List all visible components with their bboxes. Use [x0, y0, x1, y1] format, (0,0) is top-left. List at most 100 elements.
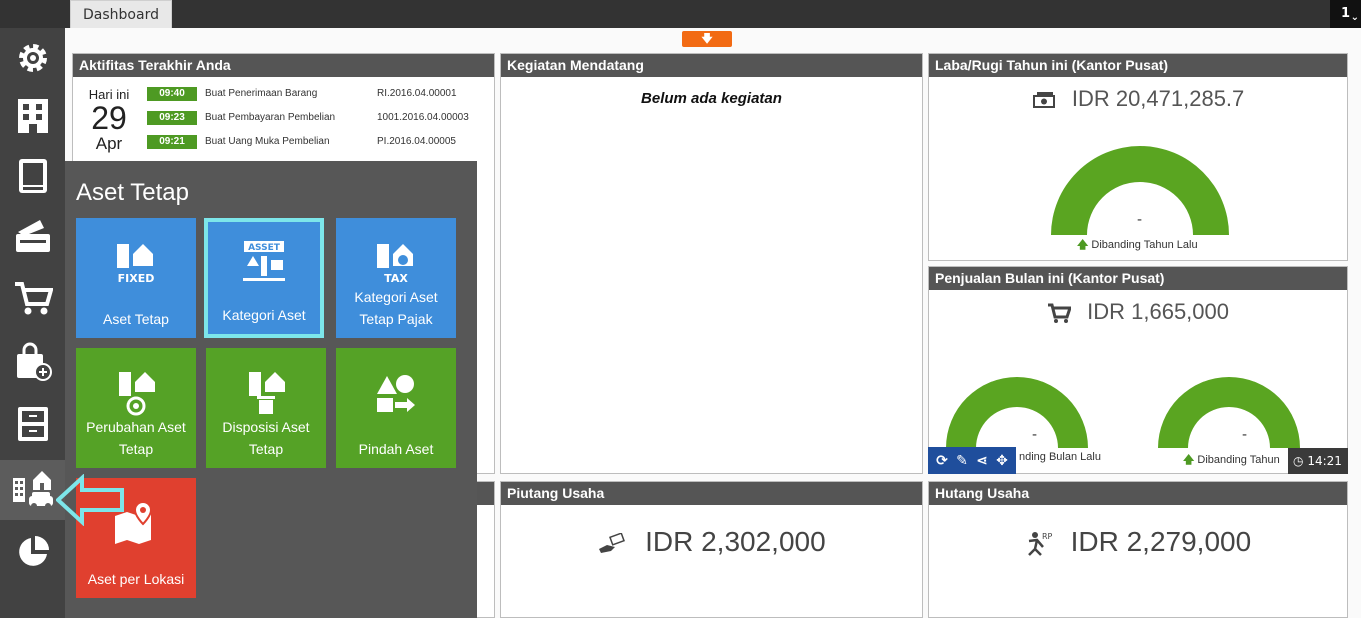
building-icon	[17, 99, 48, 133]
sidebar-item-inventory[interactable]	[0, 394, 65, 454]
share-icon[interactable]: ⋖	[976, 453, 988, 469]
clock-icon: ◷	[1293, 454, 1304, 468]
panel-toolbar: ⟳ ✎ ⋖ ✥	[928, 447, 1016, 474]
empty-events-text: Belum ada kegiatan	[641, 90, 782, 107]
sidebar-item-sales[interactable]	[0, 268, 65, 328]
asset-change-icon	[76, 370, 196, 416]
activity-desc: Buat Pembayaran Pembelian	[205, 112, 336, 123]
tile-pindah-aset[interactable]: Pindah Aset	[336, 348, 456, 468]
sales-compare-year: 🡅 Dibanding Tahun	[1183, 451, 1280, 470]
activity-time: 09:21	[147, 135, 197, 149]
pointer-arrow-icon	[56, 474, 124, 526]
date-day: 29	[91, 100, 127, 136]
compare-label: Dibanding Tahun	[1197, 454, 1280, 466]
sidebar-item-ledger[interactable]	[0, 146, 65, 206]
asset-dispose-icon	[206, 370, 326, 416]
cart-icon	[14, 282, 53, 315]
refresh-icon[interactable]: ⟳	[936, 453, 948, 469]
asset-move-icon	[336, 370, 456, 416]
edit-icon[interactable]: ✎	[956, 453, 968, 469]
activity-desc: Buat Penerimaan Barang	[205, 88, 318, 99]
bag-add-icon	[16, 342, 52, 381]
arrow-up-icon: 🡅	[1183, 454, 1195, 466]
tile-disposisi-aset[interactable]: Disposisi Aset Tetap	[206, 348, 326, 468]
time-value: 14:21	[1307, 454, 1342, 468]
cabinet-icon	[17, 407, 48, 441]
tile-aset-tetap[interactable]: FIXED Aset Tetap	[76, 218, 196, 338]
activity-time: 09:40	[147, 87, 197, 101]
activity-ref: PI.2016.04.00005	[377, 136, 456, 147]
tile-kategori-aset-pajak[interactable]: TAX Kategori Aset Tetap Pajak	[336, 218, 456, 338]
panel-title: Penjualan Bulan ini (Kantor Pusat)	[929, 267, 1347, 290]
fixed-asset-icon: FIXED	[76, 240, 196, 284]
sidebar-item-settings[interactable]	[0, 28, 65, 88]
sales-gauge-year	[1158, 377, 1300, 448]
tile-label: Kategori Aset Tetap Pajak	[354, 289, 438, 327]
profit-amount-row: IDR 20,471,285.7	[929, 86, 1347, 112]
upcoming-events-panel: Kegiatan Mendatang Belum ada kegiatan	[500, 53, 923, 474]
gauge-value: -	[1137, 212, 1143, 228]
tile-label: Kategori Aset	[222, 307, 306, 323]
receivables-amount: IDR 2,302,000	[645, 526, 826, 557]
running-person-icon: RP	[1027, 531, 1053, 556]
receivables-panel: Piutang Usaha IDR 2,302,000	[500, 481, 923, 618]
tile-perubahan-aset[interactable]: Perubahan Aset Tetap	[76, 348, 196, 468]
window-number: 1	[1340, 6, 1351, 21]
svg-text:ASSET: ASSET	[248, 243, 281, 253]
time-badge: ◷ 14:21	[1288, 448, 1348, 474]
tab-dashboard[interactable]: Dashboard	[70, 0, 172, 28]
fixed-assets-menu: Aset Tetap FIXED Aset Tetap ASSET Katego…	[65, 161, 477, 618]
asset-category-icon: ASSET	[208, 240, 320, 286]
tile-label: Aset Tetap	[103, 311, 169, 327]
panel-title: Laba/Rugi Tahun ini (Kantor Pusat)	[929, 54, 1347, 77]
top-bar: Dashboard 1 ⌄	[0, 0, 1361, 28]
panel-title: Hutang Usaha	[929, 482, 1347, 505]
money-icon	[1032, 92, 1055, 109]
tax-asset-icon: TAX	[336, 240, 456, 284]
sales-compare-month: nding Bulan Lalu	[1019, 451, 1101, 463]
assets-icon	[12, 471, 53, 509]
hand-money-icon	[599, 532, 626, 553]
today-date: Hari ini 29 Apr	[83, 87, 135, 154]
payables-panel: Hutang Usaha RP IDR 2,279,000	[928, 481, 1348, 618]
sales-panel: Penjualan Bulan ini (Kantor Pusat) IDR 1…	[928, 266, 1348, 474]
profit-amount: IDR 20,471,285.7	[1071, 86, 1245, 111]
sidebar-item-company[interactable]	[0, 86, 65, 146]
panel-title: Aktifitas Terakhir Anda	[73, 54, 494, 77]
profit-compare: 🡅 Dibanding Tahun Lalu	[1077, 236, 1198, 255]
collapse-toggle-button[interactable]: 🡇	[682, 31, 732, 47]
move-icon[interactable]: ✥	[996, 453, 1008, 469]
arrow-up-icon: 🡅	[1077, 239, 1089, 251]
profit-loss-panel: Laba/Rugi Tahun ini (Kantor Pusat) IDR 2…	[928, 53, 1348, 261]
sales-amount-row: IDR 1,665,000	[929, 299, 1347, 325]
compare-label: Dibanding Tahun Lalu	[1091, 239, 1198, 251]
menu-title: Aset Tetap	[76, 179, 189, 206]
wallet-icon	[15, 220, 50, 252]
svg-text:FIXED: FIXED	[118, 272, 155, 284]
window-switcher[interactable]: 1 ⌄	[1330, 0, 1361, 28]
activity-desc: Buat Uang Muka Pembelian	[205, 136, 330, 147]
payables-amount-row: RP IDR 2,279,000	[929, 526, 1347, 558]
sidebar	[0, 28, 65, 618]
book-icon	[18, 159, 47, 193]
activity-time: 09:23	[147, 111, 197, 125]
svg-text:RP: RP	[1042, 532, 1053, 541]
sales-amount: IDR 1,665,000	[1087, 299, 1229, 324]
tile-label: Disposisi Aset Tetap	[222, 419, 310, 457]
receivables-amount-row: IDR 2,302,000	[501, 526, 922, 558]
panel-title: Piutang Usaha	[501, 482, 922, 505]
activity-ref: RI.2016.04.00001	[377, 88, 457, 99]
gear-icon	[18, 44, 47, 72]
tile-kategori-aset[interactable]: ASSET Kategori Aset	[204, 218, 324, 338]
panel-title: Kegiatan Mendatang	[501, 54, 922, 77]
sidebar-item-cash-bank[interactable]	[0, 206, 65, 266]
payables-amount: IDR 2,279,000	[1070, 526, 1252, 557]
gauge-value: -	[1032, 427, 1038, 443]
tile-label: Aset per Lokasi	[87, 571, 185, 587]
tile-label: Perubahan Aset Tetap	[86, 419, 186, 457]
sidebar-item-purchase[interactable]	[0, 332, 65, 392]
sidebar-item-reports[interactable]	[0, 522, 65, 582]
tile-label: Pindah Aset	[358, 441, 434, 457]
cart-icon	[1048, 303, 1071, 324]
sales-gauge-month	[946, 377, 1088, 448]
